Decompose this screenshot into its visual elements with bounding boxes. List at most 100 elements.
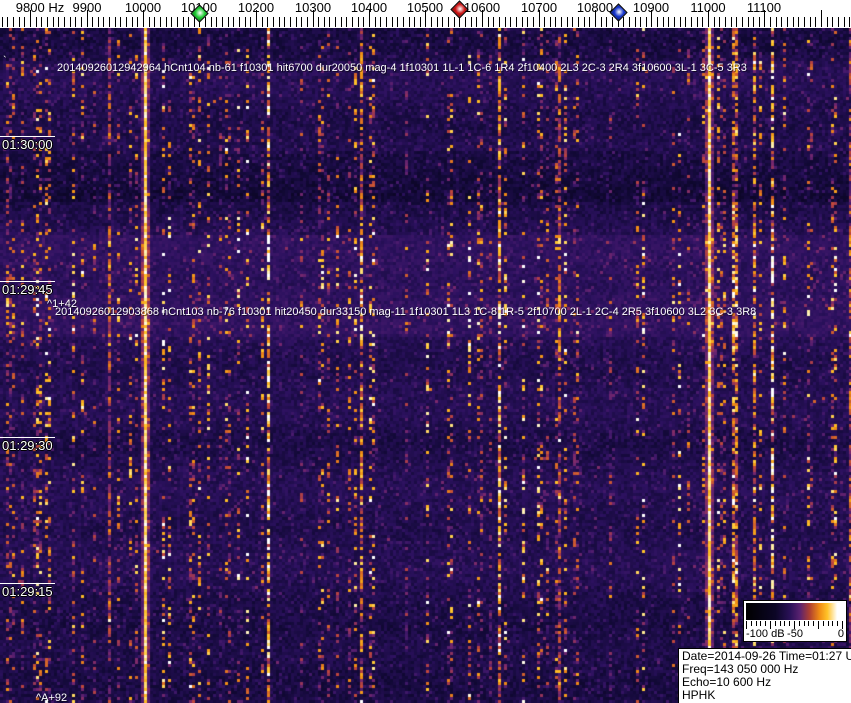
freq-minor-tick [92,17,93,27]
db-scale-tick [765,621,767,626]
freq-minor-tick [697,17,698,27]
freq-minor-tick [759,17,760,27]
freq-minor-tick [335,17,336,27]
freq-minor-tick [346,17,347,27]
freq-minor-tick [58,17,59,27]
freq-minor-tick [216,17,217,27]
freq-minor-tick [245,17,246,27]
freq-minor-tick [719,17,720,27]
freq-minor-tick [601,17,602,27]
freq-minor-tick [160,17,161,27]
freq-minor-tick [233,17,234,27]
freq-minor-tick [798,17,799,27]
freq-minor-tick [787,17,788,27]
freq-minor-tick [550,17,551,27]
freq-minor-tick [375,17,376,27]
db-scale-tick [837,621,839,626]
freq-minor-tick [793,17,794,27]
freq-minor-tick [844,17,845,27]
freq-minor-tick [409,17,410,27]
freq-minor-tick [126,17,127,27]
db-scale-tick [827,621,829,626]
freq-minor-tick [770,17,771,27]
db-scale-labels: -100 dB -50 0 [745,628,845,641]
info-station-code: HPHK [682,688,716,702]
freq-minor-tick [284,17,285,27]
freq-minor-tick [465,17,466,27]
freq-minor-tick [420,17,421,27]
freq-minor-tick [685,17,686,27]
freq-minor-tick [731,17,732,27]
freq-minor-tick [154,17,155,27]
freq-minor-tick [516,17,517,27]
freq-minor-tick [290,17,291,27]
freq-minor-tick [47,17,48,27]
freq-minor-tick [324,17,325,27]
freq-minor-tick [341,17,342,27]
freq-tick-label: 10500 [406,0,444,15]
freq-minor-tick [674,17,675,27]
freq-minor-tick [103,17,104,27]
freq-minor-tick [849,17,850,27]
freq-minor-tick [663,17,664,27]
freq-minor-tick [70,17,71,27]
db-scale-tick [798,621,800,626]
freq-tick-label: 10600 [463,0,501,15]
db-label-max: 0 [837,628,844,640]
freq-minor-tick [296,17,297,27]
freq-minor-tick [279,17,280,27]
db-scale-tick [789,621,791,626]
db-scale-tick [779,621,781,626]
db-scale-tick [832,621,834,626]
freq-minor-tick [629,17,630,27]
freq-minor-tick [742,17,743,27]
spectrogram-app: 9800 Hz990010000101001020010300104001050… [0,0,851,703]
freq-tick-label: 10800 [576,0,614,15]
freq-minor-tick [414,17,415,27]
freq-minor-tick [736,17,737,27]
freq-minor-tick [437,17,438,27]
freq-minor-tick [680,17,681,27]
freq-minor-tick [691,17,692,27]
freq-minor-tick [352,17,353,27]
freq-minor-tick [380,17,381,27]
freq-minor-tick [53,17,54,27]
freq-minor-tick [527,17,528,27]
freq-minor-tick [75,17,76,27]
freq-minor-tick [41,17,42,27]
freq-minor-tick [64,17,65,27]
freq-minor-tick [572,17,573,27]
freq-minor-tick [702,17,703,27]
freq-minor-tick [188,17,189,27]
freq-minor-tick [7,17,8,27]
freq-minor-tick [533,17,534,27]
freq-major-tick [821,10,822,27]
freq-tick-label: 10700 [520,0,558,15]
freq-minor-tick [318,17,319,27]
freq-minor-tick [363,17,364,27]
freq-minor-tick [397,17,398,27]
db-scale-tick [808,621,810,626]
freq-tick-label: 10000 [124,0,162,15]
db-scale-tick [774,621,776,626]
freq-minor-tick [222,17,223,27]
freq-minor-tick [166,17,167,27]
freq-minor-tick [499,17,500,27]
freq-minor-tick [635,17,636,27]
freq-minor-tick [725,17,726,27]
freq-minor-tick [301,17,302,27]
freq-minor-tick [748,17,749,27]
freq-minor-tick [149,17,150,27]
freq-minor-tick [476,17,477,27]
freq-tick-label: 9900 [72,0,102,15]
freq-minor-tick [205,17,206,27]
db-scale-tick [750,621,752,626]
freq-minor-tick [623,17,624,27]
freq-minor-tick [115,17,116,27]
spectrogram-canvas[interactable] [0,28,851,703]
freq-minor-tick [403,17,404,27]
freq-minor-tick [211,17,212,27]
freq-minor-tick [454,17,455,27]
freq-minor-tick [431,17,432,27]
db-scale-tick [760,621,762,626]
